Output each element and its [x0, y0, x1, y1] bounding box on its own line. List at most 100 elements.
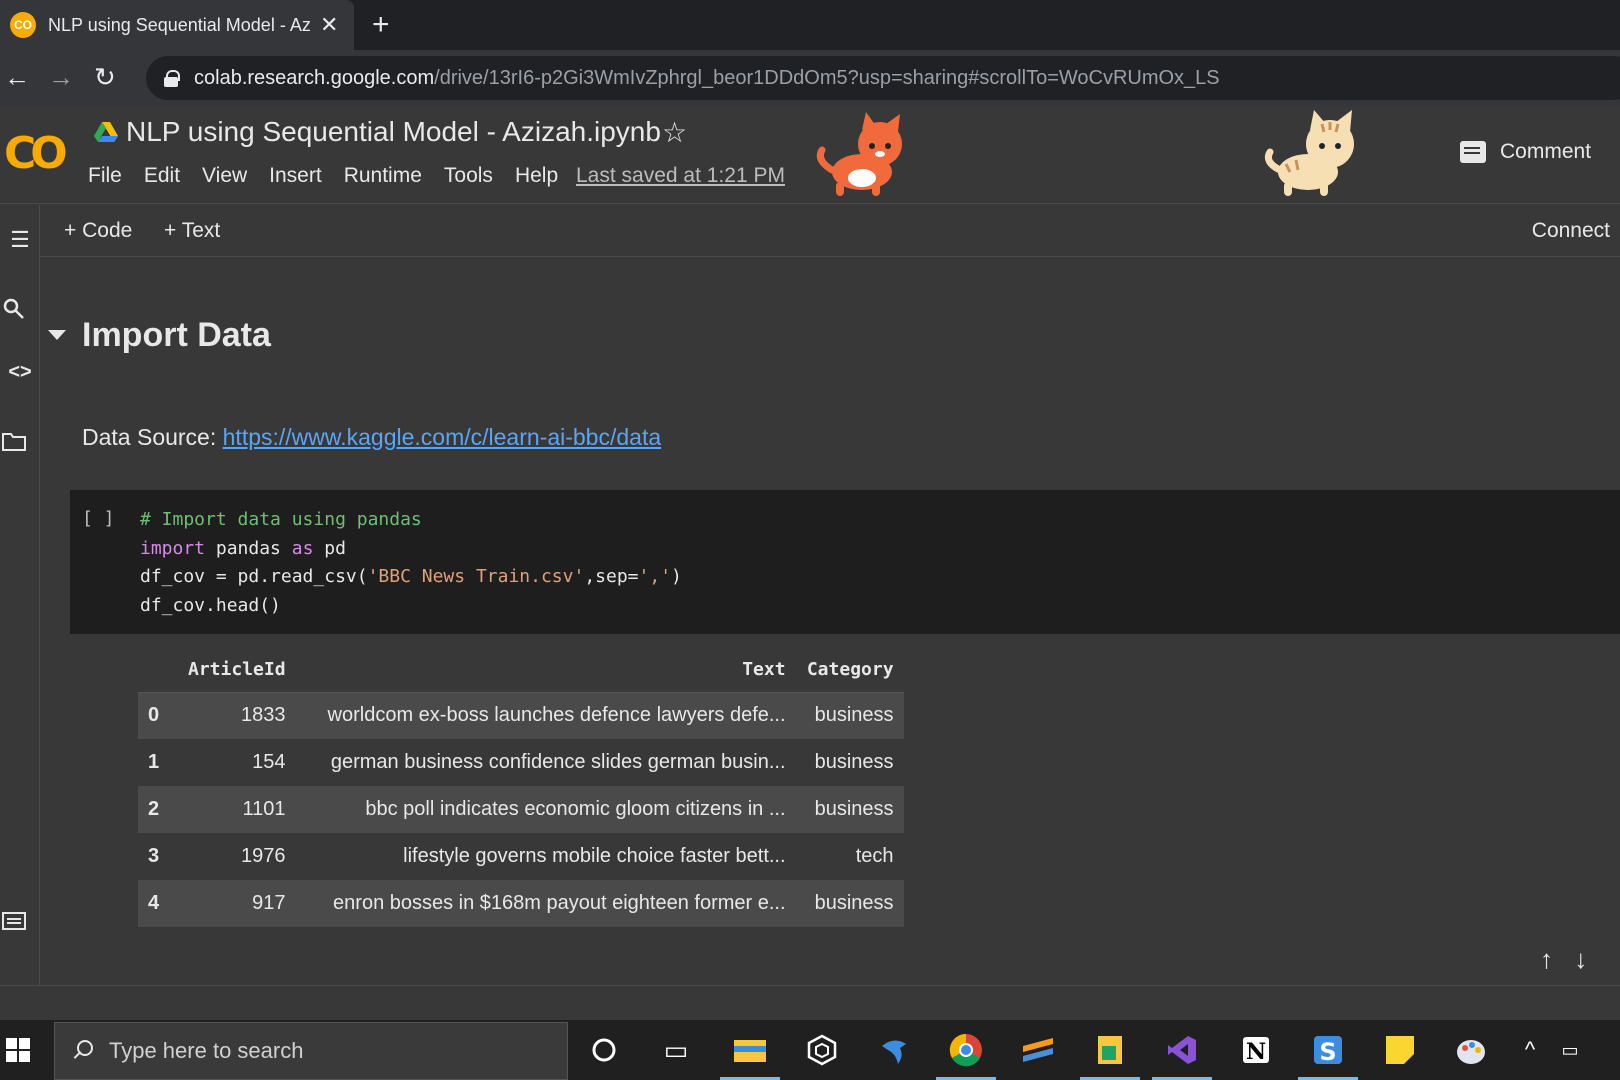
cortana-icon[interactable]: [582, 1028, 626, 1072]
table-row: 2 1101 bbc poll indicates economic gloom c…: [138, 786, 904, 833]
windows-start-icon[interactable]: [6, 1038, 30, 1062]
notion-icon[interactable]: N: [1234, 1028, 1278, 1072]
menu-tools[interactable]: Tools: [444, 164, 493, 188]
file-explorer-icon[interactable]: [720, 1028, 780, 1080]
run-cell-button[interactable]: [ ]: [82, 508, 115, 529]
connect-button[interactable]: Connect: [1532, 219, 1610, 243]
table-cell: 1101: [178, 786, 296, 833]
google-drive-icon[interactable]: [94, 122, 118, 142]
table-cell: 1833: [178, 692, 296, 739]
menu-view[interactable]: View: [202, 164, 247, 188]
back-arrow-icon[interactable]: ←: [4, 62, 30, 93]
show-hidden-icons-chevron-icon[interactable]: ^: [1516, 1028, 1544, 1072]
colab-favicon-icon: CO: [10, 12, 36, 38]
table-row: 0 1833 worldcom ex-boss launches defence l…: [138, 692, 904, 739]
table-cell: tech: [855, 845, 894, 867]
sticky-notes-icon[interactable]: [1378, 1028, 1422, 1072]
status-strip: [0, 985, 1620, 1020]
move-cell-up-icon[interactable]: ↑: [1540, 944, 1553, 974]
notebook-toolbar: + Code + Text Connect: [40, 205, 1620, 257]
table-cell: enron bosses in $168m payout eighteen fo…: [295, 880, 796, 927]
tab-close-icon[interactable]: ✕: [320, 12, 338, 38]
table-cell: business: [795, 880, 904, 927]
section-heading: Import Data: [82, 316, 271, 354]
data-source-link[interactable]: https://www.kaggle.com/c/learn-ai-bbc/da…: [223, 424, 661, 450]
row-index: 1: [148, 751, 160, 773]
app-cube-icon[interactable]: [800, 1028, 844, 1072]
table-row: 3 1976 lifestyle governs mobile choice fas…: [138, 833, 904, 880]
table-cell: lifestyle governs mobile choice faster b…: [403, 845, 786, 867]
url-host: colab.research.google.com: [194, 66, 435, 89]
last-saved-link[interactable]: Last saved at 1:21 PM: [576, 164, 785, 188]
search-icon: [71, 1040, 93, 1062]
code-snippets-icon[interactable]: <>: [0, 361, 40, 384]
menu-help[interactable]: Help: [515, 164, 558, 188]
reload-icon[interactable]: ↻: [94, 62, 116, 93]
table-row: 4 917 enron bosses in $168m payout eightee…: [138, 880, 904, 927]
data-source-text: Data Source: https://www.kaggle.com/c/le…: [82, 424, 661, 451]
code-line: df_cov.head(): [140, 594, 281, 616]
menu-bar: File Edit View Insert Runtime Tools Help: [88, 164, 580, 188]
move-cell-down-icon[interactable]: ↓: [1574, 944, 1587, 974]
row-index: 0: [138, 692, 178, 739]
comment-button[interactable]: Comment: [1460, 140, 1591, 164]
chrome-icon[interactable]: [936, 1028, 996, 1080]
browser-tab[interactable]: CO NLP using Sequential Model - Az ✕: [0, 0, 354, 50]
menu-file[interactable]: File: [88, 164, 122, 188]
terminal-icon[interactable]: [2, 911, 26, 931]
column-header: [138, 648, 178, 693]
star-icon[interactable]: ☆: [662, 116, 687, 149]
orange-cat-icon: [816, 112, 902, 196]
cell-output: ArticleId Text Category 0 1833 worldcom ex…: [138, 648, 904, 927]
code-cell[interactable]: [ ] # Import data using pandas import pan…: [70, 490, 1620, 634]
code-line: df_cov = pd.read_csv('BBC News Train.csv…: [140, 566, 682, 587]
column-header: Category: [795, 648, 904, 693]
cell-nav-buttons: ↑ ↓: [1540, 944, 1587, 975]
comment-icon: [1460, 141, 1486, 163]
table-cell: german business confidence slides german…: [330, 751, 786, 773]
data-source-label: Data Source:: [82, 424, 217, 450]
row-index: 3: [148, 845, 160, 867]
collapse-section-arrow-icon[interactable]: [48, 330, 66, 340]
task-view-icon[interactable]: ▭: [654, 1028, 698, 1072]
network-icon[interactable]: ▭: [1550, 1028, 1590, 1072]
menu-insert[interactable]: Insert: [269, 164, 322, 188]
notebook-title[interactable]: NLP using Sequential Model - Azizah.ipyn…: [126, 116, 661, 148]
simplenote-icon[interactable]: S: [1298, 1028, 1358, 1080]
menu-edit[interactable]: Edit: [144, 164, 180, 188]
table-cell: 1976: [241, 845, 286, 867]
add-text-button[interactable]: + Text: [164, 219, 220, 243]
svg-text:S: S: [1319, 1038, 1336, 1066]
url-path: /drive/13rI6-p2Gi3WmIvZphrgl_beor1DDdOm5…: [434, 66, 1220, 89]
cream-cat-icon: [1264, 110, 1354, 196]
colab-logo[interactable]: CO: [4, 128, 68, 179]
sublime-icon[interactable]: [1016, 1028, 1060, 1072]
svg-text:N: N: [1246, 1039, 1266, 1065]
visual-studio-icon[interactable]: [1152, 1028, 1212, 1080]
menu-runtime[interactable]: Runtime: [344, 164, 422, 188]
windows-taskbar: Type here to search ▭ N S ^ ▭: [0, 1020, 1620, 1080]
forward-arrow-icon[interactable]: →: [48, 62, 74, 93]
table-cell: business: [814, 751, 894, 773]
search-icon[interactable]: [2, 297, 26, 321]
dataframe-table: ArticleId Text Category 0 1833 worldcom ex…: [138, 648, 904, 927]
lock-icon: [164, 70, 180, 87]
table-cell: 917: [178, 880, 296, 927]
new-tab-button[interactable]: +: [372, 8, 390, 42]
taskbar-search[interactable]: Type here to search: [54, 1022, 568, 1080]
column-header: ArticleId: [178, 648, 296, 693]
row-index: 2: [138, 786, 178, 833]
add-code-button[interactable]: + Code: [64, 219, 132, 243]
code-editor[interactable]: # Import data using pandas import pandas …: [140, 506, 682, 620]
excel-data-icon[interactable]: [1080, 1028, 1140, 1080]
paint-icon[interactable]: [1450, 1028, 1494, 1072]
left-sidebar: ☰ <>: [0, 205, 40, 985]
url-bar[interactable]: colab.research.google.com/drive/13rI6-p2…: [146, 56, 1620, 100]
dolphin-app-icon[interactable]: [872, 1028, 916, 1072]
url-text: colab.research.google.com/drive/13rI6-p2…: [194, 67, 1220, 90]
tab-title: NLP using Sequential Model - Az: [48, 14, 310, 35]
folder-icon[interactable]: [2, 431, 26, 451]
row-index: 4: [138, 880, 178, 927]
table-cell: business: [795, 692, 904, 739]
table-of-contents-icon[interactable]: ☰: [0, 227, 40, 253]
